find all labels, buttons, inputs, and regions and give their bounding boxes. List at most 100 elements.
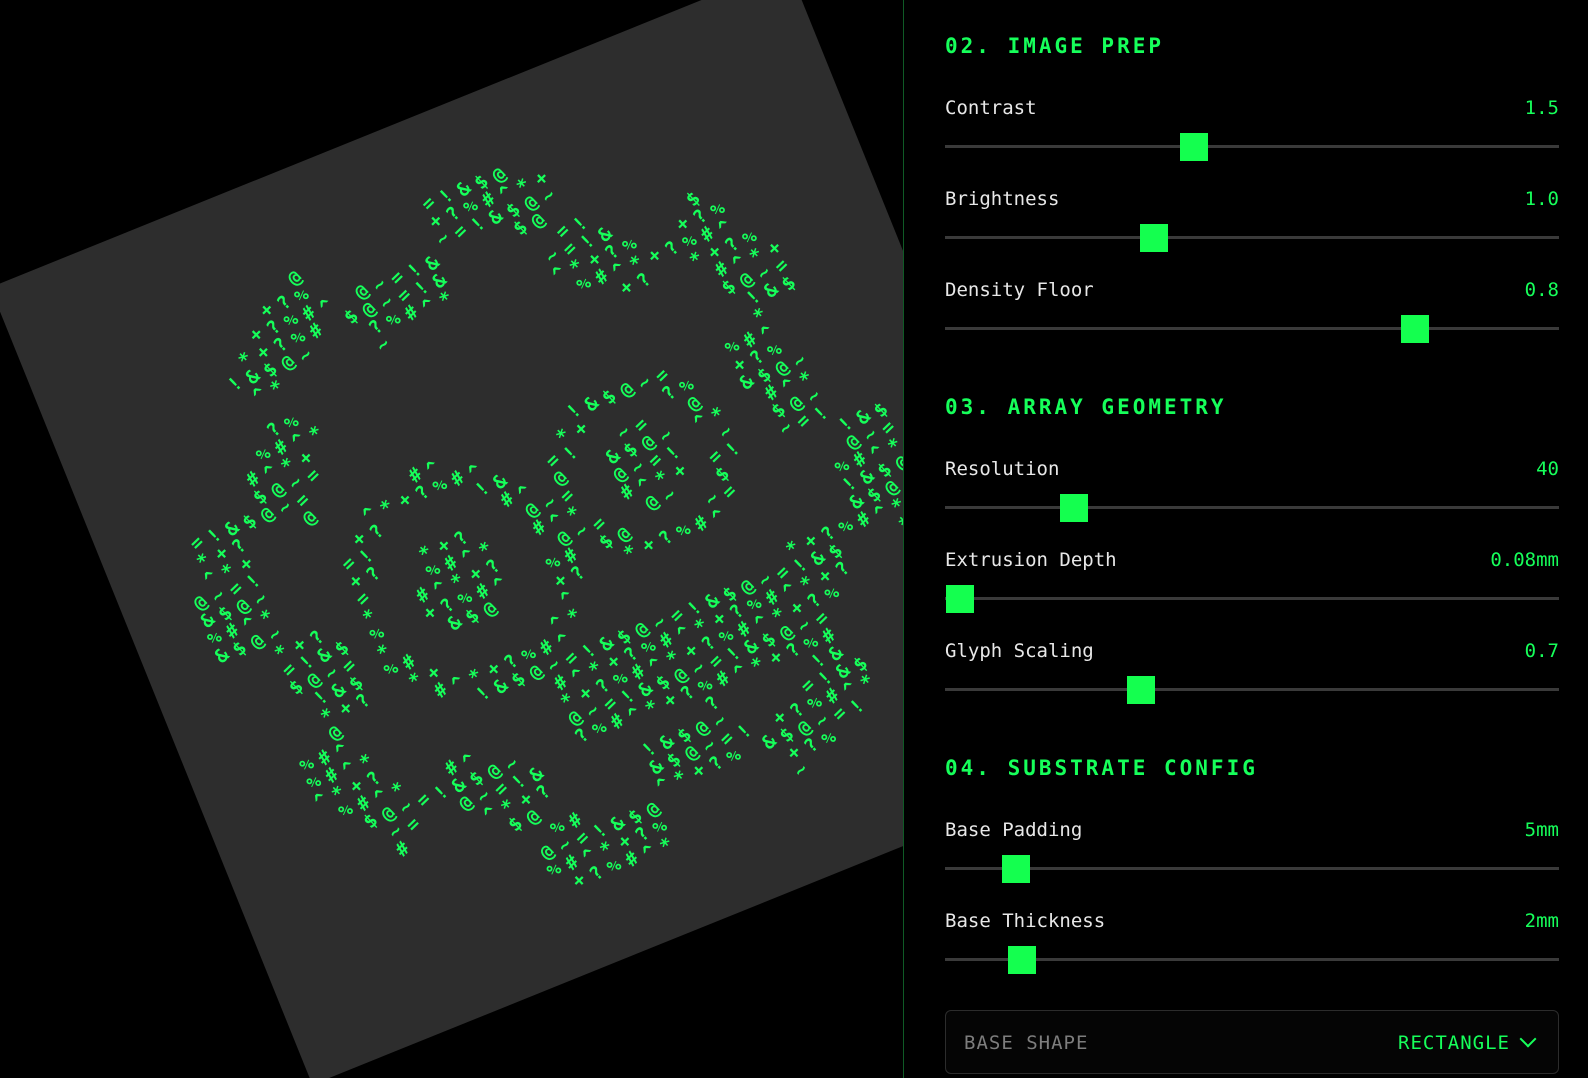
ascii-glyph: ? [570, 723, 594, 748]
ascii-glyph: ? [799, 733, 824, 758]
ascii-glyph: ^ [707, 504, 731, 529]
ascii-glyph: @ [526, 208, 550, 233]
ascii-glyph: $ [237, 509, 262, 534]
ascii-glyph: $ [594, 529, 618, 554]
ascii-glyph: + [764, 645, 788, 670]
base-padding-value: 5mm [1524, 819, 1559, 841]
ascii-glyph: ? [351, 689, 376, 714]
ascii-glyph: + [636, 533, 661, 557]
ascii-glyph: ! [223, 372, 247, 397]
ascii-glyph: = [791, 409, 816, 433]
extrusion-depth-slider-track[interactable] [945, 597, 1559, 600]
brightness-slider-thumb[interactable] [1139, 224, 1168, 252]
ascii-glyph: @ [521, 805, 545, 830]
base-thickness-slider-track[interactable] [945, 958, 1559, 961]
ascii-glyph: $ [284, 675, 308, 700]
ascii-glyph: @ [297, 506, 322, 530]
ascii-glyph: ? [657, 381, 681, 406]
ascii-glyph: ^ [637, 840, 662, 864]
brightness-value: 1.0 [1524, 188, 1559, 210]
section-title-array-geometry: 03. ARRAY GEOMETRY [945, 395, 1227, 419]
extrusion-depth-slider-thumb[interactable] [946, 585, 975, 613]
ascii-glyph: # [495, 487, 519, 512]
ascii-glyph: ! [721, 437, 745, 462]
substrate-plate: =! & $ @ @ +?% # ^ * + +?% ~ =! & $ @ ~ +?% # ^ @ ~ =! & $ @ * +?% #… [0, 0, 903, 1078]
ascii-glyph: ? [676, 681, 700, 706]
ascii-glyph: % [817, 726, 841, 751]
ascii-glyph: ^ [478, 801, 503, 826]
ascii-glyph: = [717, 480, 742, 504]
base-padding-slider-track[interactable] [945, 867, 1559, 870]
ascii-glyph: & [757, 730, 781, 755]
ascii-glyph: ^ [417, 294, 441, 318]
ascii-glyph: * [434, 286, 459, 311]
ascii-glyph: ^ [309, 788, 334, 813]
ascii-glyph: + [658, 688, 682, 713]
ascii-glyph: @ [276, 350, 300, 375]
ascii-glyph: ^ [488, 572, 513, 597]
ascii-glyph: ^ [446, 671, 471, 696]
ascii-glyph: % [542, 858, 567, 882]
contrast-slider-thumb[interactable] [1179, 133, 1208, 161]
ascii-glyph: & [483, 205, 508, 230]
ascii-glyph: ! [732, 719, 757, 744]
ascii-glyph: * [619, 540, 643, 565]
preview-viewport[interactable]: =! & $ @ @ +?% # ^ * + +?% ~ =! & $ @ ~ +?% # ^ @ ~ =! & $ @ * +?% #… [0, 0, 903, 1078]
ascii-glyph: # [689, 511, 714, 536]
ascii-glyph: ~ [789, 758, 813, 783]
brightness-slider-track[interactable] [945, 236, 1559, 239]
ascii-glyph: * [685, 247, 709, 272]
ascii-glyph: ? [654, 526, 678, 550]
ascii-glyph: ~ [773, 416, 798, 441]
ascii-glyph-array: =! & $ @ @ +?% # ^ * + +?% ~ =! & $ @ ~ +?% # ^ @ ~ =! & $ @ * +?% #… [0, 0, 903, 1078]
ascii-glyph: ? [632, 268, 656, 293]
ascii-glyph: $ [506, 667, 531, 692]
ascii-glyph: * [375, 495, 400, 520]
base-shape-select[interactable]: BASE SHAPE RECTANGLE [945, 1010, 1559, 1074]
ascii-glyph: $ [503, 812, 528, 837]
ascii-glyph: ~ [293, 343, 318, 368]
ascii-glyph: * [562, 604, 587, 628]
ascii-glyph: # [620, 847, 644, 872]
ascii-glyph: $ [227, 636, 252, 661]
ascii-glyph: % [602, 854, 627, 879]
resolution-control: Resolution 40 [945, 458, 1559, 528]
ascii-glyph: ? [660, 236, 684, 261]
ascii-glyph: = [827, 701, 852, 726]
ascii-glyph: * [894, 511, 903, 535]
ascii-glyph: ? [365, 520, 389, 544]
ascii-glyph: % [834, 514, 858, 539]
density-floor-slider-track[interactable] [945, 327, 1559, 330]
base-padding-slider-thumb[interactable] [1001, 855, 1030, 883]
resolution-value: 40 [1536, 458, 1559, 480]
ascii-glyph: ~ [431, 226, 455, 251]
resolution-slider-thumb[interactable] [1059, 494, 1088, 522]
glyph-scaling-value: 0.7 [1524, 640, 1559, 662]
resolution-slider-track[interactable] [945, 506, 1559, 509]
section-title-substrate-config: 04. SUBSTRATE CONFIG [945, 756, 1258, 780]
settings-panel: 02. IMAGE PREP Contrast 1.5 Brightness 1… [903, 0, 1588, 1078]
ascii-glyph: ~ [632, 370, 657, 395]
ascii-glyph: $ [717, 275, 741, 300]
ascii-glyph: + [569, 417, 593, 441]
density-floor-label: Density Floor [945, 279, 1094, 301]
ascii-glyph: ! [809, 402, 833, 426]
ascii-glyph: ~ [536, 184, 561, 209]
ascii-glyph: @ [524, 660, 548, 685]
ascii-glyph: % [587, 716, 612, 741]
ascii-glyph: * [640, 695, 665, 720]
ascii-glyph: @ [615, 378, 639, 402]
glyph-scaling-slider-track[interactable] [945, 688, 1559, 691]
glyph-scaling-slider-thumb[interactable] [1127, 676, 1156, 704]
ascii-glyph: = [411, 788, 436, 812]
ascii-glyph: ? [584, 861, 609, 886]
density-floor-slider-thumb[interactable] [1400, 315, 1429, 343]
ascii-glyph: + [567, 868, 591, 893]
contrast-slider-track[interactable] [945, 145, 1559, 148]
ascii-glyph: % [722, 744, 746, 769]
base-thickness-slider-thumb[interactable] [1007, 946, 1036, 974]
ascii-glyph: # [851, 507, 876, 532]
ascii-glyph: ! [466, 212, 490, 237]
ascii-glyph: # [605, 709, 630, 734]
ascii-glyph: + [333, 696, 358, 721]
